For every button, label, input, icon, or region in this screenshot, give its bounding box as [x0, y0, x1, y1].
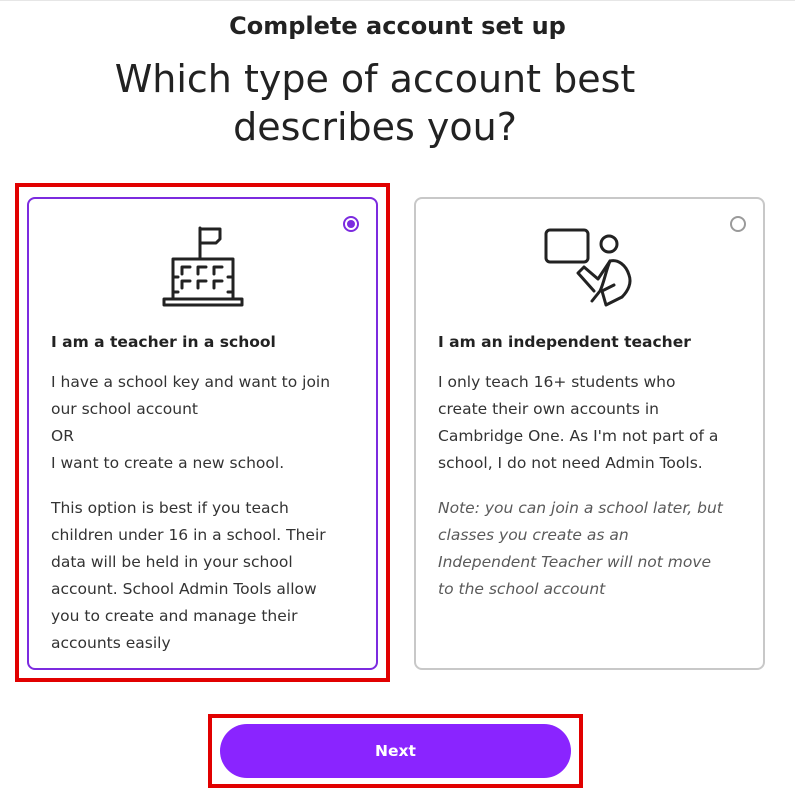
page-title: Which type of account best describes you… — [114, 57, 636, 149]
description-line: I only teach 16+ students who — [438, 373, 676, 391]
option-description: I only teach 16+ students who create the… — [438, 369, 750, 603]
option-note: Note: you can join a school later, but c… — [438, 495, 750, 603]
note-line: to the school account — [438, 580, 606, 598]
description-line: school, I do not need Admin Tools. — [438, 454, 703, 472]
note-line: classes you create as an — [438, 526, 629, 544]
option-card-independent-teacher[interactable]: I am an independent teacher I only teach… — [414, 197, 765, 670]
description-line: create their own accounts in — [438, 400, 659, 418]
highlight-box-school-option — [15, 183, 390, 682]
radio-independent-teacher[interactable] — [730, 216, 746, 232]
teacher-presenting-icon — [542, 225, 638, 313]
option-heading: I am an independent teacher — [438, 333, 691, 351]
note-line: Independent Teacher will not move — [438, 553, 712, 571]
page-subtitle: Complete account set up — [229, 12, 566, 40]
description-line: Cambridge One. As I'm not part of a — [438, 427, 719, 445]
top-divider — [0, 0, 795, 1]
note-line: Note: you can join a school later, but — [438, 499, 723, 517]
next-button[interactable]: Next — [220, 724, 571, 778]
